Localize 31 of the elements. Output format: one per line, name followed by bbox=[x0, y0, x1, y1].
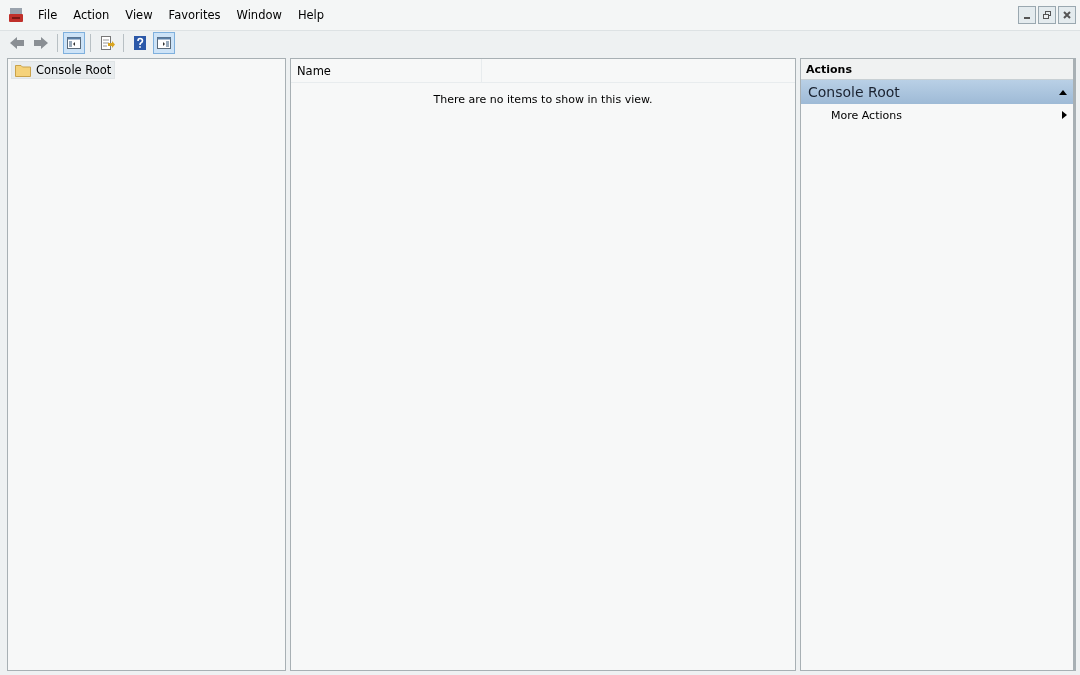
menu-item[interactable]: View bbox=[117, 8, 161, 22]
column-header[interactable]: Name bbox=[291, 59, 482, 82]
close-button[interactable] bbox=[1058, 6, 1076, 24]
tree-item[interactable]: Console Root bbox=[11, 61, 116, 79]
pane-window-icon bbox=[156, 35, 172, 51]
menu-item[interactable]: Action bbox=[65, 8, 118, 22]
menu-item[interactable]: File bbox=[30, 8, 66, 22]
console-tree-button[interactable] bbox=[63, 32, 85, 54]
folder-icon bbox=[15, 63, 31, 77]
forward-arrow-icon bbox=[33, 35, 49, 51]
menu-item[interactable]: Help bbox=[289, 8, 333, 22]
empty-message: There are no items to show in this view. bbox=[432, 93, 654, 106]
minimize-button[interactable] bbox=[1018, 6, 1036, 24]
restore-button[interactable] bbox=[1038, 6, 1056, 24]
pane-window-icon bbox=[66, 35, 82, 51]
action-pane-button[interactable] bbox=[153, 32, 175, 54]
back-arrow-icon bbox=[9, 35, 25, 51]
action-section-header[interactable]: Console Root bbox=[801, 80, 1073, 104]
actions-title: Actions bbox=[801, 59, 1073, 80]
collapse-icon bbox=[1059, 89, 1067, 95]
tree-item-label: Console Root bbox=[36, 63, 112, 77]
minimize-icon bbox=[1024, 17, 1030, 19]
app-icon bbox=[8, 7, 24, 23]
export-icon bbox=[99, 35, 115, 51]
close-icon bbox=[1062, 10, 1072, 20]
submenu-arrow-icon bbox=[1062, 111, 1067, 119]
action-item[interactable]: More Actions bbox=[801, 104, 1073, 126]
menu-item[interactable]: Favorites bbox=[160, 8, 229, 22]
restore-icon bbox=[1042, 10, 1052, 20]
menu-item[interactable]: Window bbox=[228, 8, 290, 22]
help-icon bbox=[132, 35, 148, 51]
